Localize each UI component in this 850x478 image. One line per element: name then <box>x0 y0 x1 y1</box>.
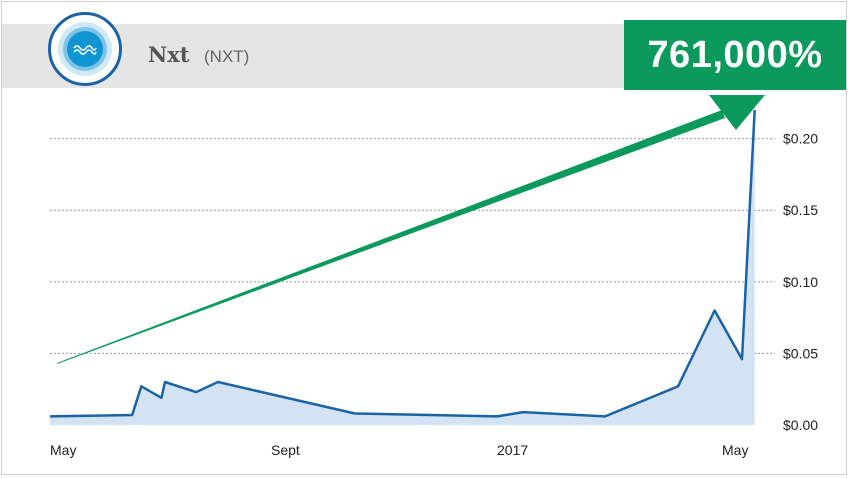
y-tick-label: $0.15 <box>783 202 818 218</box>
y-tick-label: $0.10 <box>783 274 818 290</box>
x-axis-labels: May Sept 2017 May <box>50 442 748 458</box>
x-tick-label: May <box>50 442 76 458</box>
price-line <box>49 109 756 418</box>
y-tick-label: $0.00 <box>783 417 818 433</box>
y-tick-label: $0.20 <box>783 131 818 147</box>
y-tick-label: $0.05 <box>783 345 818 361</box>
x-tick-label: 2017 <box>497 442 528 458</box>
x-tick-label: May <box>722 442 748 458</box>
trend-arrow-icon <box>57 95 765 364</box>
y-axis-labels: $0.00 $0.05 $0.10 $0.15 $0.20 <box>783 131 818 433</box>
arrow-shaft <box>57 110 725 364</box>
x-tick-label: Sept <box>271 442 300 458</box>
price-chart: $0.00 $0.05 $0.10 $0.15 $0.20 May Sept 2017 May <box>49 95 818 458</box>
grid-lines <box>50 138 775 354</box>
price-area <box>50 110 755 425</box>
